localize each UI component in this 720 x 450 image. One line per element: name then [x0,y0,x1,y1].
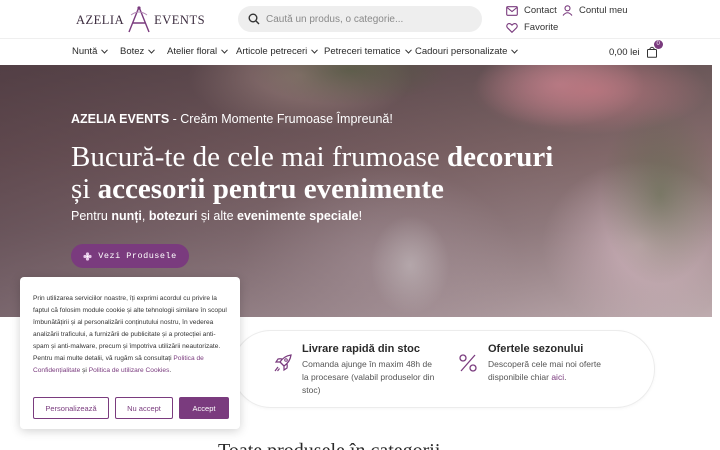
hero-title: Bucură-te de cele mai frumoase decoruri ș… [71,141,691,205]
hero-title-bold: accesorii pentru evenimente [97,173,444,205]
nav-item-label: Cadouri personalizate [415,46,508,57]
features-strip: Livrare rapidă din stoc Comanda ajunge î… [232,330,655,408]
logo-text-left: AZELIA [76,12,125,27]
feature-fast-delivery: Livrare rapidă din stoc Comanda ajunge î… [302,343,437,397]
heart-icon [506,22,518,33]
hero-sub-bold: evenimente speciale [237,209,359,223]
hero-sub-bold: nunți [111,209,142,223]
nav-item-petreceri-tematice[interactable]: Petreceri tematice [324,46,412,57]
cookie-end: . [169,367,172,374]
logo-mark-icon [125,5,153,35]
section-heading: Toate produsele în categorii [218,440,440,450]
cookie-consent-dialog: Prin utilizarea serviciilor noastre, îți… [20,277,240,429]
feature-text-part: Descoperă cele mai noi oferte disponibil… [488,359,601,382]
feature-text-part: . [564,372,567,382]
hero-sub-part: și alte [197,209,238,223]
feature-seasonal-offers: Ofertele sezonului Descoperă cele mai no… [488,343,618,384]
nav-item-label: Petreceri tematice [324,46,401,57]
search-bar[interactable] [238,6,482,32]
header: AZELIA EVENTS Contact Contul meu [0,0,720,38]
hero-kicker: AZELIA EVENTS - Creăm Momente Frumoase Î… [71,112,393,126]
nav-item-articole-petreceri[interactable]: Articole petreceri [236,46,319,57]
account-label: Contul meu [579,5,628,16]
feature-title: Ofertele sezonului [488,343,584,355]
hero-title-part: și [71,173,98,205]
cart-button[interactable]: 0,00 lei 0 [609,40,663,58]
feature-text: Descoperă cele mai noi oferte disponibil… [488,358,618,384]
nav-item-label: Nuntă [72,46,98,57]
nav-item-label: Articole petreceri [236,46,308,57]
main-nav: Nuntă Botez Atelier floral Articole petr… [0,38,720,65]
hero-kicker-text: - Creăm Momente Frumoase Împreună! [169,112,393,126]
chevron-down-icon [101,49,109,54]
favorites-link[interactable]: Favorite [506,22,558,33]
view-products-label: Vezi Produsele [98,251,177,261]
feature-text: Comanda ajunge în maxim 48h de la proces… [302,359,435,395]
hero-subtitle: Pentru nunți, botezuri și alte eveniment… [71,209,362,223]
hero-sub-part: ! [358,209,363,223]
contact-label: Contact [524,5,557,16]
account-link[interactable]: Contul meu [562,5,628,16]
cart-count-badge: 0 [653,40,663,49]
percent-icon [459,354,477,372]
nav-item-label: Atelier floral [167,46,218,57]
offers-link[interactable]: aici [551,372,564,382]
cookie-text: Prin utilizarea serviciilor noastre, îți… [33,293,227,377]
hero-title-part: Bucură-te de cele mai frumoase [71,141,448,173]
cookie-policy-link[interactable]: Politica de utilizare Cookies [89,367,170,374]
nav-item-nunta[interactable]: Nuntă [72,46,109,57]
chevron-down-icon [221,49,229,54]
hero-kicker-brand: AZELIA EVENTS [71,112,170,126]
cookie-and: și [80,367,89,374]
nav-item-label: Botez [120,46,145,57]
search-input[interactable] [266,13,466,25]
logo[interactable]: AZELIA EVENTS [76,4,205,36]
chevron-down-icon [404,49,412,54]
nav-item-atelier-floral[interactable]: Atelier floral [167,46,229,57]
nav-item-botez[interactable]: Botez [120,46,156,57]
nav-item-cadouri-personalizate[interactable]: Cadouri personalizate [415,46,519,57]
logo-text-right: EVENTS [154,12,206,27]
chevron-down-icon [148,49,156,54]
customize-cookies-button[interactable]: Personalizează [33,397,109,419]
reject-cookies-button[interactable]: Nu accept [115,397,173,419]
hero-title-bold: decoruri [447,141,554,173]
chevron-down-icon [311,49,319,54]
favorites-label: Favorite [524,22,559,33]
accept-cookies-button[interactable]: Accept [179,397,229,419]
contact-link[interactable]: Contact [506,5,557,16]
cookie-body: Prin utilizarea serviciilor noastre, îți… [33,295,227,362]
search-icon [248,13,260,25]
envelope-icon [506,5,518,16]
cart-total: 0,00 lei [609,46,640,58]
view-products-button[interactable]: Vezi Produsele [71,244,189,268]
chevron-down-icon [511,49,519,54]
hero-sub-part: Pentru [71,209,112,223]
feature-title: Livrare rapidă din stoc [302,343,420,355]
cart-icon-wrap: 0 [646,40,663,58]
user-icon [562,5,573,16]
rocket-icon [274,354,292,372]
hero-sub-part: , [141,209,149,223]
flower-icon [83,251,92,261]
hero-sub-bold: botezuri [148,209,198,223]
cookie-buttons: Personalizează Nu accept Accept [33,397,235,419]
